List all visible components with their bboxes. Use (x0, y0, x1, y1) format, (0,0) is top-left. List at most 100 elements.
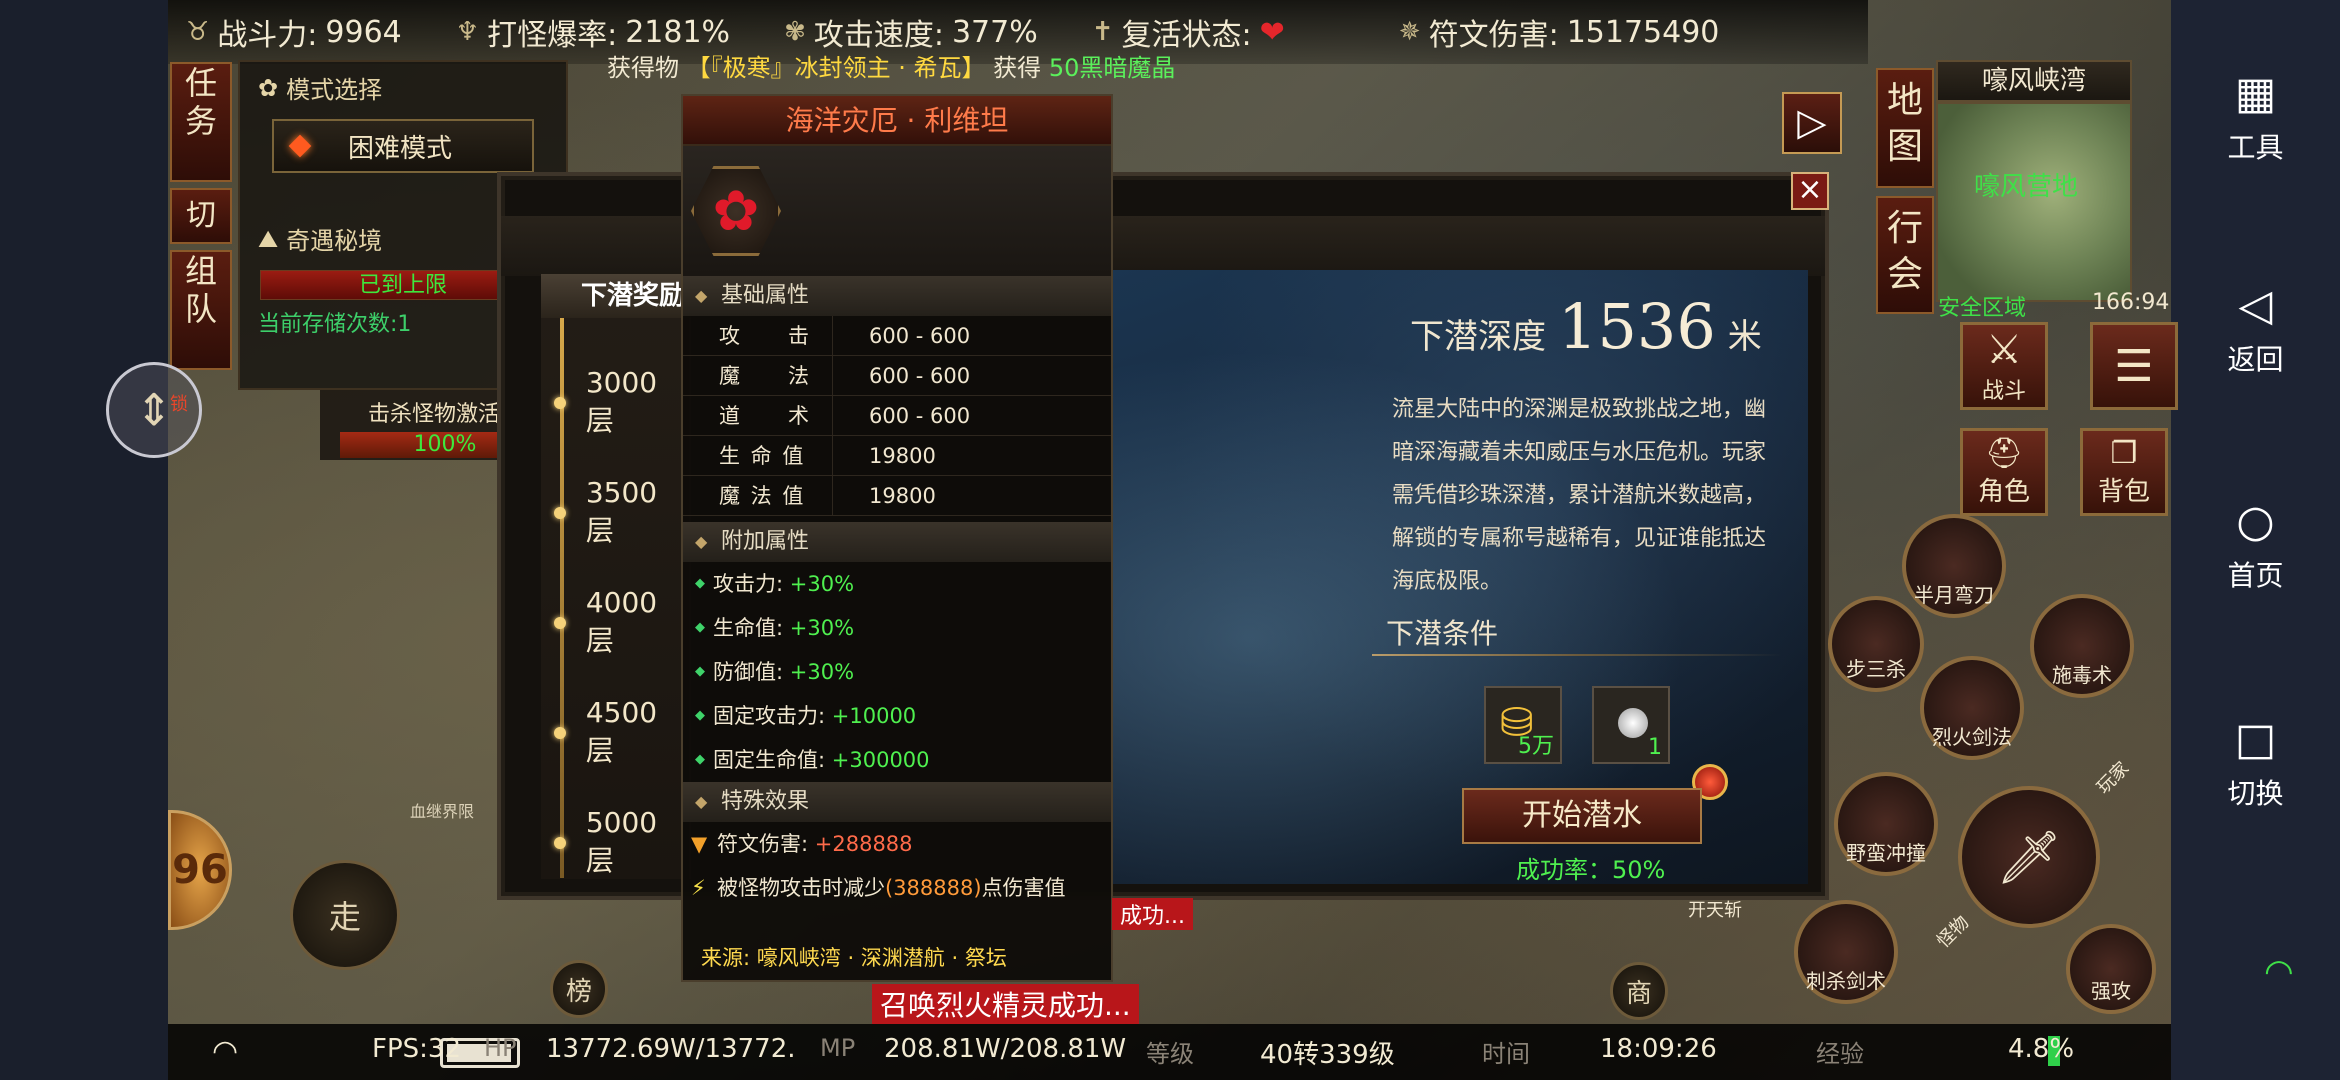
skill-half-moon[interactable]: 半月弯刀 (1902, 514, 2006, 618)
attr-value: 19800 (869, 484, 936, 508)
shop-button[interactable]: 商 (1610, 962, 1668, 1020)
nav-tools-label: 工具 (2227, 131, 2284, 164)
tier-item[interactable]: 4000层 (554, 586, 684, 659)
pearl-icon (1618, 708, 1648, 738)
skill-poison[interactable]: 施毒术 (2030, 594, 2134, 698)
tier-pip-icon (554, 506, 566, 519)
encounter-icon: ⛰ (258, 224, 279, 253)
sword-icon: 🗡 (1995, 827, 2062, 888)
safe-zone-label: 安全区域 (1938, 296, 2027, 321)
revive-icon: ✝ (1091, 17, 1114, 47)
abyss-description: 流星大陆中的深渊是极致挑战之地，幽暗深海藏着未知威压与水压危机。玩家需凭借珍珠深… (1392, 397, 1767, 594)
encounter-label: 奇遇秘境 (286, 227, 383, 255)
skill-label: 野蛮冲撞 (1846, 841, 1926, 865)
hp-label: HP (484, 1034, 517, 1062)
gold-cost-slot[interactable]: ⛁ 5万 (1484, 686, 1562, 764)
stat-combat-power: ♉ 战斗力: 9964 (186, 10, 402, 54)
skill-savage-charge[interactable]: 野蛮冲撞 (1834, 772, 1938, 876)
stat-value: 15175490 (1566, 14, 1720, 50)
base-attributes-header: 基础属性 (683, 276, 1111, 316)
source-value: 嚎风峡湾 · 深渊潜航 · 祭坛 (756, 946, 1007, 970)
tier-item[interactable]: 3000层 (554, 366, 684, 439)
walk-button[interactable]: 走 (290, 860, 400, 970)
add-attr-row: 固定攻击力: +10000 (683, 694, 1111, 738)
mode-select-icon: ✿ (258, 73, 279, 102)
additional-attributes-header: 附加属性 (683, 522, 1111, 562)
stat-label: 打怪爆率: (487, 18, 618, 53)
start-dive-button[interactable]: 开始潜水 (1462, 788, 1702, 844)
broadcast-reward: 50黑暗魔晶 (1048, 54, 1176, 82)
rune-badge-icon: ▼ (691, 832, 708, 856)
fps-readout: FPS:32 (372, 1034, 461, 1064)
attr-value: +10000 (831, 704, 917, 728)
attr-value: +30% (789, 660, 855, 684)
skill-label: 强攻 (2091, 979, 2131, 1003)
stat-label: 战斗力: (217, 18, 318, 53)
up-down-arrows-icon: ⇕ (135, 384, 173, 436)
drop-rate-icon: ♆ (455, 17, 480, 47)
attack-speed-icon: ✾ (784, 17, 806, 47)
attr-key: 固定生命值: (713, 748, 826, 772)
lock-badge: 锁 (170, 394, 188, 415)
attr-key: 攻击力: (713, 572, 784, 596)
nav-back-button[interactable]: ◁ 返回 (2171, 278, 2340, 378)
special-reduce-prefix: 被怪物攻击时减少 (717, 876, 885, 900)
tier-label: 3000层 (585, 366, 658, 437)
attr-key: 魔 法 (683, 356, 833, 395)
tab-map[interactable]: 地图 (1876, 68, 1934, 188)
tab-switch[interactable]: 切换 (170, 188, 232, 285)
mode-diamond-icon (288, 134, 312, 158)
wifi-icon: ◠ (212, 1034, 239, 1069)
mode-select-label: 模式选择 (286, 76, 383, 104)
tier-pip-icon (554, 836, 566, 849)
pearl-cost-slot[interactable]: 1 (1592, 686, 1670, 764)
attr-value: 19800 (869, 444, 936, 468)
skill-label: 半月弯刀 (1914, 583, 1994, 607)
tier-item[interactable]: 3500层 (554, 476, 684, 549)
stat-value: 9964 (325, 14, 402, 50)
main-menu-button[interactable]: ☰ (2090, 322, 2178, 410)
tab-task[interactable]: 任务 (170, 62, 232, 182)
item-tooltip: 海洋灾厄 · 利维坦 ✿ 基础属性 攻 击 600 - 600 魔 法 600 - … (681, 94, 1113, 982)
combat-power-icon: ♉ (186, 17, 210, 47)
dive-depth-value: 1536 (1558, 290, 1716, 363)
tier-item[interactable]: 5000层 (554, 806, 684, 879)
tab-team[interactable]: 组队 (170, 250, 232, 370)
skill-strong-attack[interactable]: 强攻 (2066, 924, 2156, 1014)
nav-tools-button[interactable]: ▦ 工具 (2171, 66, 2340, 166)
left-screen-bezel (0, 0, 168, 1080)
tier-label: 5000层 (585, 806, 658, 877)
pearl-cost-count: 1 (1648, 735, 1662, 760)
tier-item[interactable]: 4500层 (554, 696, 684, 769)
nav-switch-label: 切换 (2227, 777, 2284, 810)
tier-label: 4500层 (585, 696, 658, 767)
heart-icon: ❤ (1259, 14, 1285, 50)
collapse-arrow-button[interactable]: ▷ (1782, 92, 1842, 154)
skill-assassin-sword[interactable]: 刺杀剑术 (1794, 900, 1898, 1004)
dive-depth-label: 下潜深度 (1410, 317, 1546, 357)
main-attack-button[interactable]: 🗡 (1958, 786, 2100, 928)
skill-flame-sword[interactable]: 烈火剑法 (1920, 656, 2024, 760)
tab-map-label: 地图 (1886, 80, 1923, 167)
ranking-button[interactable]: 榜 (550, 960, 608, 1018)
gold-cost-count: 5万 (1518, 734, 1554, 759)
add-attr-row: 生命值: +30% (683, 606, 1111, 650)
special-reduce-value: (388888) (885, 876, 982, 900)
attr-key: 道 术 (683, 396, 833, 435)
base-attr-row: 生 命 值 19800 (683, 436, 1111, 476)
time-value: 18:09:26 (1600, 1034, 1717, 1064)
minimap[interactable]: 嚎风营地 (1936, 102, 2132, 302)
nav-home-label: 首页 (2227, 559, 2284, 592)
nav-switch-button[interactable]: □ 切换 (2171, 712, 2340, 812)
battle-button[interactable]: ⚔ 战斗 (1960, 322, 2048, 410)
tab-guild[interactable]: 行会 (1876, 196, 1934, 314)
skill-step-kill[interactable]: 步三杀 (1828, 596, 1924, 692)
chat-message: 召唤烈火精灵成功... (872, 984, 1139, 1024)
difficulty-mode-button[interactable]: 困难模式 (272, 119, 534, 173)
nav-home-button[interactable]: ○ 首页 (2171, 494, 2340, 594)
close-button[interactable]: × (1791, 172, 1829, 210)
bag-button[interactable]: ❐ 背包 (2080, 428, 2168, 516)
special-rune-label: 符文伤害: (717, 832, 809, 856)
attr-key: 固定攻击力: (713, 704, 826, 728)
character-button[interactable]: ⛑ 角色 (1960, 428, 2048, 516)
